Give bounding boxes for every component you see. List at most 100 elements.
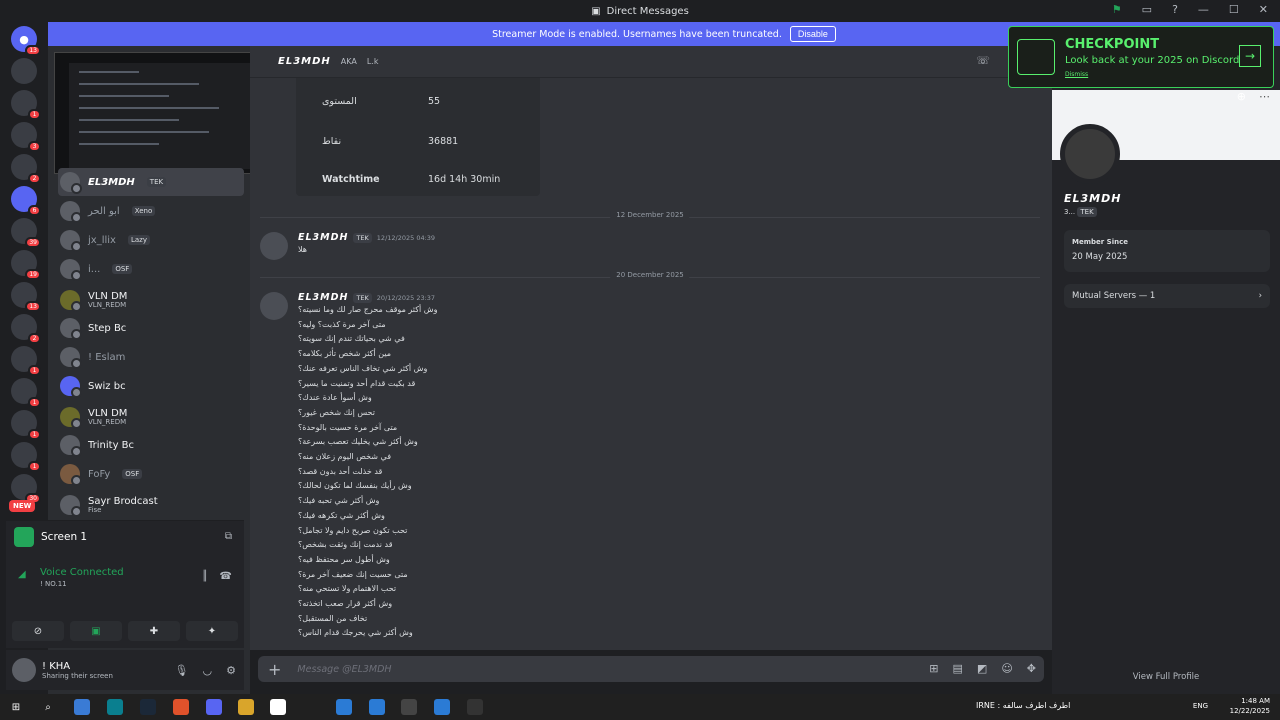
- screen-share-preview[interactable]: [54, 52, 266, 174]
- file-explorer-icon[interactable]: [238, 699, 254, 715]
- view-full-profile-link[interactable]: View Full Profile: [1052, 672, 1280, 682]
- minimize-button[interactable]: —: [1198, 3, 1209, 16]
- emoji-icon[interactable]: ☺: [1001, 662, 1012, 675]
- clock[interactable]: 1:48 AM 12/22/2025: [1230, 696, 1270, 716]
- noise-suppression-icon[interactable]: ║: [202, 571, 208, 582]
- news-widget[interactable]: IRNE : اطرف اطرف سالفه: [976, 701, 1070, 710]
- arrow-right-icon[interactable]: →: [1239, 45, 1261, 67]
- avatar[interactable]: [260, 232, 288, 260]
- dismiss-link[interactable]: Dismiss: [1065, 71, 1088, 78]
- preview-line: [79, 95, 169, 97]
- app-icon[interactable]: [434, 699, 450, 715]
- checkpoint-flag-icon[interactable]: ⚑: [1112, 3, 1122, 16]
- avatar[interactable]: [12, 658, 36, 682]
- avatar[interactable]: [260, 292, 288, 320]
- server-icon[interactable]: [11, 58, 37, 84]
- obs-icon[interactable]: [467, 699, 483, 715]
- dm-item[interactable]: jx_llix Lazy: [58, 226, 244, 254]
- headphones-icon[interactable]: ◡: [203, 664, 213, 677]
- message-line: وش أكثر شي يحرجك قدام الناس؟: [298, 628, 413, 638]
- app-icon[interactable]: [336, 699, 352, 715]
- popout-icon[interactable]: ⧉: [225, 531, 232, 542]
- close-button[interactable]: ✕: [1259, 3, 1268, 16]
- app-icon[interactable]: [401, 699, 417, 715]
- server-icon[interactable]: 1: [11, 90, 41, 120]
- server-icon[interactable]: 1: [11, 442, 41, 472]
- settings-icon[interactable]: ⚙: [226, 664, 236, 677]
- activities-button[interactable]: ✚: [128, 621, 180, 641]
- home-button[interactable]: ● 13: [11, 26, 41, 56]
- dm-item[interactable]: VLN DM VLN_REDM: [58, 286, 244, 314]
- share-screen-button[interactable]: ▣: [70, 621, 122, 641]
- server-icon[interactable]: 39: [11, 218, 41, 248]
- dm-item[interactable]: ! Eslam: [58, 343, 244, 371]
- message-composer[interactable]: + Message @EL3MDH ⊞ ▤ ◩ ☺ ✥: [258, 656, 1044, 682]
- brave-icon[interactable]: [173, 699, 189, 715]
- message-line: وش أسوأ عادة عندك؟: [298, 393, 372, 403]
- more-icon[interactable]: ⋯: [1259, 90, 1270, 103]
- server-icon[interactable]: 2: [11, 154, 41, 184]
- language-indicator[interactable]: ENG: [1193, 702, 1208, 710]
- discord-icon[interactable]: [206, 699, 222, 715]
- sticker-icon[interactable]: ◩: [977, 662, 987, 675]
- dm-tag: Lazy: [127, 235, 150, 245]
- attach-icon[interactable]: +: [268, 660, 281, 679]
- mutual-servers-row[interactable]: Mutual Servers — 1 ›: [1064, 284, 1270, 308]
- mutual-servers-label: Mutual Servers — 1: [1072, 291, 1156, 301]
- dm-tag: TEK: [146, 177, 167, 187]
- inbox-icon[interactable]: ▭: [1142, 3, 1152, 16]
- avatar: [60, 172, 82, 194]
- dm-item[interactable]: i... OSF: [58, 255, 244, 283]
- apps-icon[interactable]: ✥: [1027, 662, 1036, 675]
- windows-start-icon[interactable]: ⊞: [8, 699, 24, 715]
- server-icon[interactable]: 1: [11, 410, 41, 440]
- search-icon[interactable]: ⌕: [40, 699, 56, 715]
- disconnect-icon[interactable]: ☎: [220, 571, 232, 582]
- dm-item[interactable]: Swiz bc: [58, 372, 244, 400]
- gift-icon[interactable]: ⊞: [929, 662, 938, 675]
- signal-icon: ◢: [18, 569, 26, 580]
- app-icon[interactable]: [369, 699, 385, 715]
- server-icon[interactable]: 2: [11, 314, 41, 344]
- checkpoint-popup[interactable]: CHECKPOINT Look back at your 2025 on Dis…: [1008, 26, 1274, 88]
- call-icon[interactable]: ☏: [976, 54, 990, 67]
- help-icon[interactable]: ?: [1172, 3, 1178, 16]
- screen-share-item[interactable]: Screen 1: [14, 527, 87, 547]
- steam-icon[interactable]: [140, 699, 156, 715]
- server-icon[interactable]: 1: [11, 346, 41, 376]
- server-icon[interactable]: 3: [11, 122, 41, 152]
- edge-icon[interactable]: [107, 699, 123, 715]
- gif-icon[interactable]: ▤: [953, 662, 963, 675]
- dm-item[interactable]: ابو الحر Xeno: [58, 197, 244, 225]
- dm-item[interactable]: Step Bc: [58, 314, 244, 342]
- stats-embed: المستوى 55 نقاط 36881 Watchtime 16d 14h …: [296, 78, 540, 196]
- dm-item[interactable]: FoFy OSF: [58, 460, 244, 488]
- new-badge: NEW: [9, 500, 36, 512]
- video-off-button[interactable]: ⊘: [12, 621, 64, 641]
- add-friend-icon[interactable]: ⊕: [1237, 90, 1246, 103]
- microphone-icon[interactable]: 🎙: [175, 664, 189, 677]
- server-icon[interactable]: 6: [11, 186, 41, 216]
- dm-item[interactable]: Trinity Bc: [58, 431, 244, 459]
- voice-status[interactable]: Voice Connected: [40, 567, 124, 578]
- server-badge: 39: [25, 237, 41, 248]
- dm-item[interactable]: Sayr Brodcast Fise: [58, 491, 244, 519]
- disable-button[interactable]: Disable: [789, 26, 836, 42]
- message-line: في شخص اليوم زعلان منه؟: [298, 452, 392, 462]
- profile-avatar[interactable]: [1060, 124, 1120, 184]
- message-author[interactable]: EL3MDH: [298, 292, 348, 303]
- message-input[interactable]: Message @EL3MDH: [297, 664, 391, 675]
- dm-item[interactable]: EL3MDH TEK: [58, 168, 244, 196]
- maximize-button[interactable]: ☐: [1229, 3, 1239, 16]
- dm-item[interactable]: VLN DM VLN_REDM: [58, 403, 244, 431]
- soundboard-button[interactable]: ✦: [186, 621, 238, 641]
- server-icon[interactable]: 30: [11, 474, 41, 504]
- message-author[interactable]: EL3MDH: [298, 232, 348, 243]
- server-icon[interactable]: 19: [11, 250, 41, 280]
- server-icon[interactable]: 1: [11, 378, 41, 408]
- calculator-icon[interactable]: [270, 699, 286, 715]
- server-icon[interactable]: 13: [11, 282, 41, 312]
- copilot-icon[interactable]: [74, 699, 90, 715]
- avatar: [60, 407, 82, 429]
- voice-channel[interactable]: ! NO.11: [40, 580, 67, 588]
